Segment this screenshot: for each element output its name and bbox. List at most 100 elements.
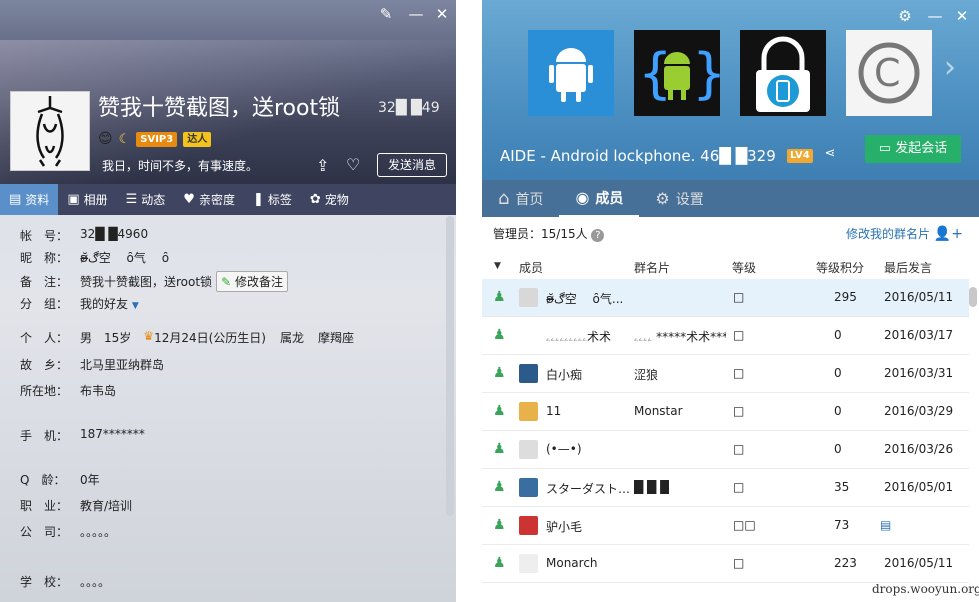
start-chat-button[interactable]: ▭ 发起会话 (865, 135, 961, 163)
tab-pet[interactable]: ✿ 宠物 (301, 184, 358, 215)
col-level[interactable]: 等级 (732, 259, 756, 276)
member-avatar[interactable] (519, 478, 538, 497)
share-icon[interactable]: ⇪ (316, 156, 329, 175)
bookmark-icon: ❚ (252, 192, 264, 207)
member-avatar[interactable] (519, 402, 538, 421)
col-card[interactable]: 群名片 (634, 259, 670, 276)
member-last-speak: 2016/03/26 (884, 442, 954, 456)
table-row[interactable]: ♟ (•—•) □ 0 2016/03/26 (482, 431, 969, 469)
table-row[interactable]: ♟ ʚ̴̶̷̆ڰ空 ȏ气... □ 295 2016/05/11 (482, 279, 969, 317)
tab-info[interactable]: ▤ 资料 (0, 184, 59, 215)
member-avatar[interactable] (519, 440, 538, 459)
member-points: 223 (834, 556, 857, 570)
col-last[interactable]: 最后发言 (884, 259, 932, 276)
profile-header: ✎ — ✕ 赞我十赞截图，送root锁 32█ █49 😊 ☾ SVIP3 达人… (0, 0, 456, 184)
minimize-icon[interactable]: — (406, 4, 426, 24)
close-icon[interactable]: ✕ (432, 4, 452, 24)
member-name[interactable]: Monarch (546, 556, 598, 570)
crown-icon: ♛ (143, 329, 155, 343)
tab-home[interactable]: ⌂ 首页 (482, 180, 559, 217)
skin-icon[interactable]: ✎ (376, 4, 396, 24)
table-row[interactable]: ♟ 白小痴 涩狼 □ 0 2016/03/31 (482, 355, 969, 393)
member-card: Monstar (634, 404, 683, 418)
tab-settings[interactable]: ⚙ 设置 (639, 180, 719, 217)
home-icon: ⌂ (498, 188, 510, 209)
sort-icon[interactable]: ▼ (494, 261, 501, 271)
svg-text:}: } (692, 42, 720, 105)
member-name[interactable]: 11 (546, 404, 561, 418)
school-row: 学 校：。。。。 (20, 575, 111, 589)
member-name[interactable]: スターダスト… (546, 480, 630, 497)
minimize-icon[interactable]: — (925, 6, 945, 26)
share-icon[interactable]: ⋖ (820, 144, 840, 164)
member-name[interactable]: ʚ̴̶̷̆ڰ空 ȏ气... (546, 290, 623, 307)
copyright-app-icon[interactable]: C (846, 30, 932, 116)
tab-feed[interactable]: ☰ 动态 (117, 184, 175, 215)
scrollbar[interactable] (446, 216, 454, 516)
table-row[interactable]: ♟ スターダスト… █ █ █ □ 35 2016/05/01 (482, 469, 969, 507)
member-level: □□ (733, 518, 756, 532)
heart-icon: ♥ (183, 192, 195, 207)
edit-remark-button[interactable]: ✎ 修改备注 (216, 271, 288, 292)
member-level: □ (733, 480, 745, 494)
profile-card-icon[interactable]: ▤ (880, 518, 891, 532)
aide-app-icon[interactable]: {} (634, 30, 726, 116)
tab-tags[interactable]: ❚ 标签 (244, 184, 301, 215)
lock-app-icon[interactable] (740, 30, 826, 116)
profile-signature: 我日，时间不多，有事速度。 (102, 159, 259, 173)
qage-row: Q 龄： 0年 (20, 473, 100, 487)
tab-album[interactable]: ▣ 相册 (58, 184, 116, 215)
member-name[interactable]: 白小痴 (546, 366, 582, 383)
help-icon[interactable]: ? (591, 229, 605, 242)
member-avatar[interactable] (519, 364, 538, 383)
group-level-badge: LV4 (787, 149, 813, 163)
group-title: AIDE - Android lockphone. 46█ █329 (500, 147, 776, 165)
member-avatar[interactable] (519, 516, 538, 535)
member-points: 73 (834, 518, 850, 532)
member-avatar[interactable] (519, 288, 538, 307)
send-message-button[interactable]: 发送消息 (377, 153, 447, 177)
group-select[interactable]: 我的好友 ▼ (80, 295, 139, 312)
table-row[interactable]: ♟ Monarch □ 223 2016/05/11 (482, 545, 969, 583)
member-points: 0 (834, 328, 842, 342)
add-user-icon[interactable]: 👤+ (934, 226, 963, 242)
member-avatar[interactable] (519, 326, 538, 345)
table-row[interactable]: ♟ ۦۦۦۦۦۦۦۦۦ术术 ۦۦۦۦ *****术术***... □ 0 2016/03/… (482, 317, 969, 355)
scrollbar[interactable] (969, 287, 977, 307)
photo-icon: ▣ (67, 192, 80, 207)
table-row[interactable]: ♟ 11 Monstar □ 0 2016/03/29 (482, 393, 969, 431)
settings-icon[interactable]: ⚙ (895, 6, 915, 26)
member-name[interactable]: (•—•) (546, 442, 582, 456)
carousel-next-icon[interactable]: › (940, 53, 960, 83)
col-points[interactable]: 等级积分 (816, 259, 864, 276)
member-person-icon: ♟ (493, 403, 506, 419)
phone-row: 手 机： 187******* (20, 427, 145, 443)
personal-row: 个 人：男 15岁 ♛ 12月24日(公历生日) 属龙 摩羯座 (20, 329, 354, 345)
col-member[interactable]: 成员 (519, 259, 543, 276)
member-person-icon: ♟ (493, 289, 506, 305)
member-name[interactable]: 驴小毛 (546, 518, 582, 535)
add-heart-icon[interactable]: ♡ (346, 155, 360, 174)
svip-badge[interactable]: SVIP3 (136, 131, 178, 147)
edit-card-link[interactable]: 修改我的群名片 👤+ (846, 225, 963, 242)
talent-badge[interactable]: 达人 (183, 131, 212, 147)
member-last-speak: 2016/05/11 (884, 556, 954, 570)
group-header: ⚙ — ✕ {} C › AIDE - Android lockphone. 4… (482, 0, 979, 180)
tab-members[interactable]: ◉ 成员 (559, 180, 640, 217)
member-avatar[interactable] (519, 554, 538, 573)
remark-row: 备 注： 赞我十赞截图，送root锁 ✎ 修改备注 (20, 271, 288, 292)
list-icon: ☰ (125, 192, 138, 207)
tab-intimacy[interactable]: ♥ 亲密度 (174, 184, 244, 215)
table-row[interactable]: ♟ 驴小毛 □□ 73 ▤ (482, 507, 969, 545)
member-last-speak: 2016/05/11 (884, 290, 954, 304)
android-app-icon[interactable] (528, 30, 614, 116)
member-name[interactable]: ۦۦۦۦۦۦۦۦۦ术术 (546, 328, 611, 345)
avatar[interactable] (10, 91, 90, 171)
member-person-icon: ♟ (493, 441, 506, 457)
member-person-icon: ♟ (493, 517, 506, 533)
group-tabs: ⌂ 首页 ◉ 成员 ⚙ 设置 (482, 180, 979, 217)
member-person-icon: ♟ (493, 555, 506, 571)
member-person-icon: ♟ (493, 479, 506, 495)
group-panel: ⚙ — ✕ {} C › AIDE - Android lockphone. 4… (482, 0, 979, 602)
close-icon[interactable]: ✕ (952, 6, 972, 26)
